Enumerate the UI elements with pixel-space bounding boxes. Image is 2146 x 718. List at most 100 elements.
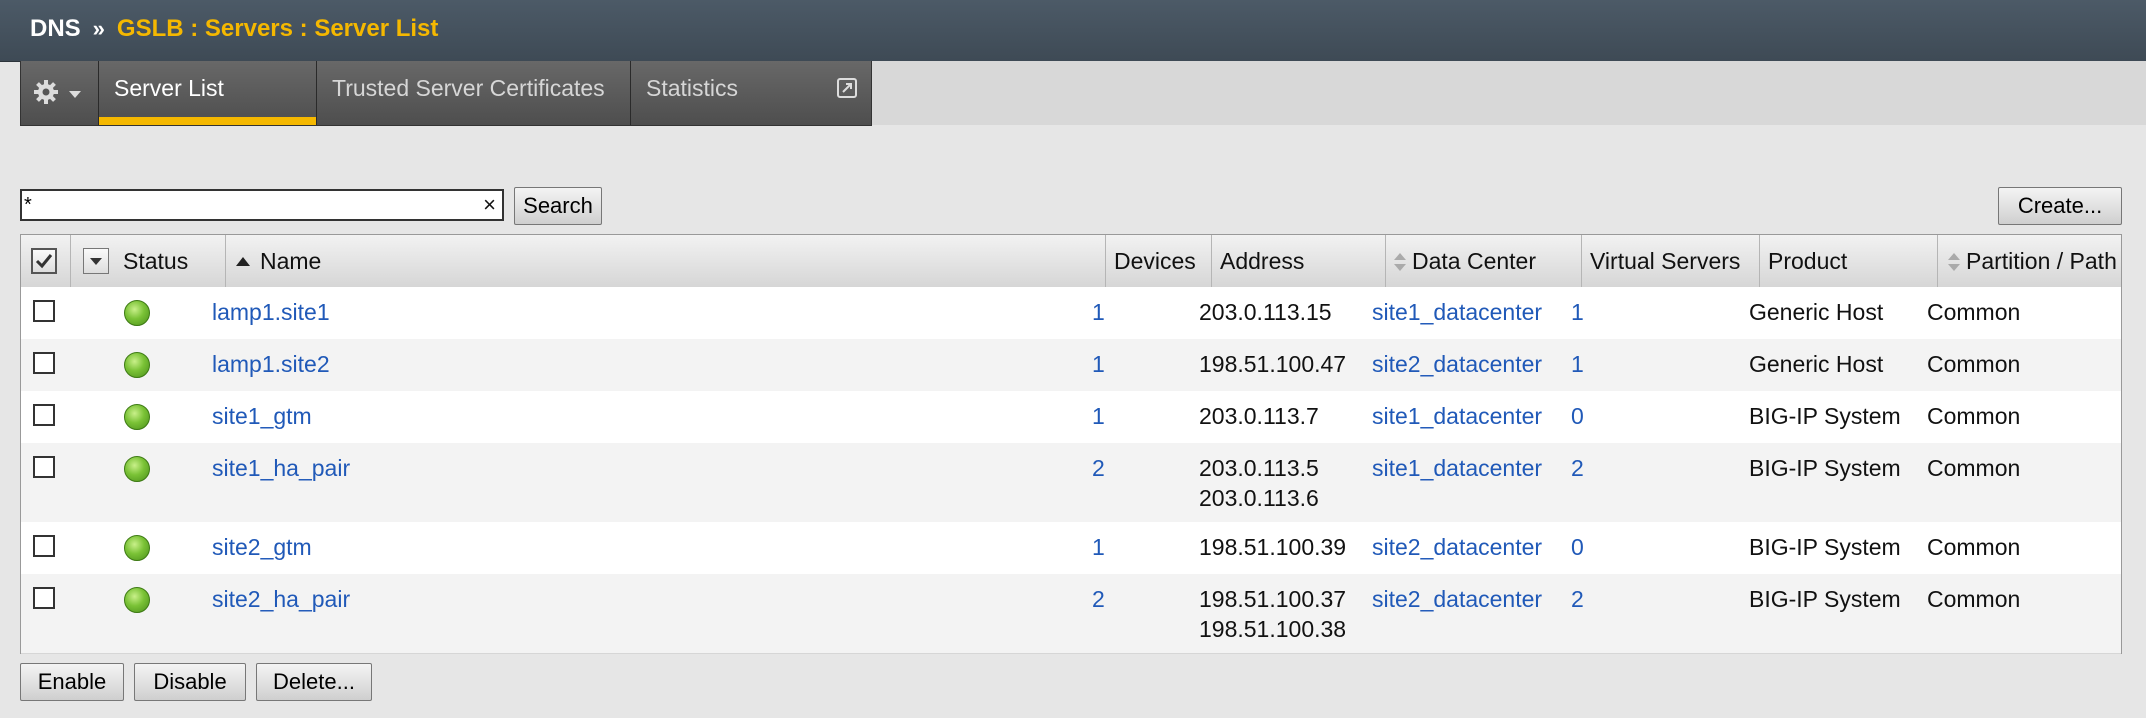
virtual-servers-link[interactable]: 2: [1571, 586, 1584, 613]
table-header: Status Name Devices Address Data Center …: [21, 235, 2121, 288]
address-value: 203.0.113.6: [1199, 485, 1319, 511]
data-center-link[interactable]: site1_datacenter: [1372, 403, 1542, 430]
tab-server-list-label: Server List: [114, 75, 224, 101]
data-center-link[interactable]: site2_datacenter: [1372, 586, 1542, 613]
table-row: site1_gtm 1 203.0.113.7 site1_datacenter 0 BI…: [21, 391, 2121, 444]
devices-link[interactable]: 1: [1092, 299, 1105, 326]
header-data-center-label: Data Center: [1412, 248, 1537, 274]
address-value: 203.0.113.7: [1199, 403, 1319, 429]
row-checkbox[interactable]: [33, 404, 55, 426]
tab-server-list[interactable]: Server List: [99, 61, 317, 125]
data-center-link[interactable]: site2_datacenter: [1372, 534, 1542, 561]
server-list-table: Status Name Devices Address Data Center …: [20, 234, 2122, 654]
virtual-servers-link[interactable]: 2: [1571, 455, 1584, 482]
tab-trusted-server-certificates[interactable]: Trusted Server Certificates: [317, 61, 631, 125]
product-value: Generic Host: [1749, 351, 1884, 377]
table-row: site2_ha_pair 2 198.51.100.37 198.51.100.38…: [21, 574, 2121, 654]
address-value: 198.51.100.39: [1199, 534, 1347, 560]
data-center-link[interactable]: site1_datacenter: [1372, 299, 1542, 326]
server-name-link[interactable]: site1_ha_pair: [212, 455, 350, 482]
enable-button[interactable]: Enable: [20, 663, 124, 701]
devices-link[interactable]: 2: [1092, 455, 1105, 482]
status-available-icon: [124, 587, 150, 613]
header-virtual-servers-label: Virtual Servers: [1590, 248, 1741, 274]
header-status[interactable]: Status: [71, 235, 226, 287]
clear-search-icon[interactable]: ×: [483, 192, 496, 218]
server-name-link[interactable]: site2_ha_pair: [212, 586, 350, 613]
header-select-all-cell: [21, 235, 71, 287]
sort-icon: [1394, 253, 1406, 271]
sort-ascending-icon: [236, 257, 250, 266]
data-center-link[interactable]: site2_datacenter: [1372, 351, 1542, 378]
status-available-icon: [124, 404, 150, 430]
server-name-link[interactable]: site2_gtm: [212, 534, 312, 561]
data-center-link[interactable]: site1_datacenter: [1372, 455, 1542, 482]
row-checkbox[interactable]: [33, 587, 55, 609]
partition-value: Common: [1927, 534, 2021, 560]
header-name-label: Name: [260, 248, 322, 274]
address-value: 203.0.113.5: [1199, 455, 1319, 481]
address-value: 198.51.100.38: [1199, 616, 1347, 642]
virtual-servers-link[interactable]: 0: [1571, 534, 1584, 561]
status-available-icon: [124, 352, 150, 378]
devices-link[interactable]: 1: [1092, 351, 1105, 378]
header-name[interactable]: Name: [226, 235, 1106, 287]
breadcrumb-path[interactable]: GSLB : Servers : Server List: [117, 15, 438, 42]
partition-value: Common: [1927, 586, 2021, 612]
gear-menu-button[interactable]: [21, 61, 99, 125]
header-partition[interactable]: Partition / Path: [1938, 235, 2121, 287]
header-devices-label: Devices: [1114, 248, 1196, 274]
table-row: lamp1.site2 1 198.51.100.47 site2_datacente…: [21, 339, 2121, 392]
header-data-center[interactable]: Data Center: [1386, 235, 1582, 287]
sort-icon: [1948, 253, 1960, 271]
devices-link[interactable]: 2: [1092, 586, 1105, 613]
search-input[interactable]: [24, 191, 464, 219]
header-address-label: Address: [1220, 248, 1305, 274]
table-row: site1_ha_pair 2 203.0.113.5 203.0.113.6 site…: [21, 443, 2121, 523]
tab-strip: Server List Trusted Server Certificates …: [20, 61, 2146, 126]
server-name-link[interactable]: site1_gtm: [212, 403, 312, 430]
create-button[interactable]: Create...: [1998, 187, 2122, 225]
select-all-checkbox[interactable]: [31, 248, 57, 274]
row-checkbox[interactable]: [33, 535, 55, 557]
virtual-servers-link[interactable]: 0: [1571, 403, 1584, 430]
product-value: BIG-IP System: [1749, 586, 1901, 612]
address-value: 198.51.100.37: [1199, 586, 1347, 612]
server-name-link[interactable]: lamp1.site1: [212, 299, 330, 326]
status-available-icon: [124, 300, 150, 326]
product-value: BIG-IP System: [1749, 403, 1901, 429]
server-name-link[interactable]: lamp1.site2: [212, 351, 330, 378]
delete-button[interactable]: Delete...: [256, 663, 372, 701]
disable-button[interactable]: Disable: [134, 663, 246, 701]
header-partition-label: Partition / Path: [1966, 248, 2117, 274]
status-available-icon: [124, 535, 150, 561]
breadcrumb-root[interactable]: DNS: [30, 15, 81, 42]
status-filter-dropdown[interactable]: [83, 248, 109, 274]
virtual-servers-link[interactable]: 1: [1571, 299, 1584, 326]
address-value: 203.0.113.15: [1199, 299, 1332, 325]
table-row: lamp1.site1 1 203.0.113.15 site1_datacenter…: [21, 287, 2121, 340]
tab-trusted-label: Trusted Server Certificates: [332, 75, 605, 101]
tab-statistics[interactable]: Statistics: [631, 61, 871, 125]
checkmark-icon: [35, 254, 53, 269]
row-checkbox[interactable]: [33, 300, 55, 322]
row-checkbox[interactable]: [33, 456, 55, 478]
address-value: 198.51.100.47: [1199, 351, 1347, 377]
search-box: ×: [20, 189, 504, 221]
devices-link[interactable]: 1: [1092, 534, 1105, 561]
partition-value: Common: [1927, 455, 2021, 481]
virtual-servers-link[interactable]: 1: [1571, 351, 1584, 378]
search-button[interactable]: Search: [514, 187, 602, 225]
status-available-icon: [124, 456, 150, 482]
header-virtual-servers: Virtual Servers: [1582, 235, 1760, 287]
product-value: BIG-IP System: [1749, 534, 1901, 560]
row-checkbox[interactable]: [33, 352, 55, 374]
devices-link[interactable]: 1: [1092, 403, 1105, 430]
product-value: BIG-IP System: [1749, 455, 1901, 481]
breadcrumb: DNS » GSLB : Servers : Server List: [30, 15, 438, 43]
table-row: site2_gtm 1 198.51.100.39 site2_datacenter 0…: [21, 522, 2121, 575]
tab-statistics-label: Statistics: [646, 75, 739, 101]
header-address: Address: [1212, 235, 1386, 287]
header-product-label: Product: [1768, 248, 1848, 274]
external-link-icon[interactable]: [837, 78, 857, 98]
